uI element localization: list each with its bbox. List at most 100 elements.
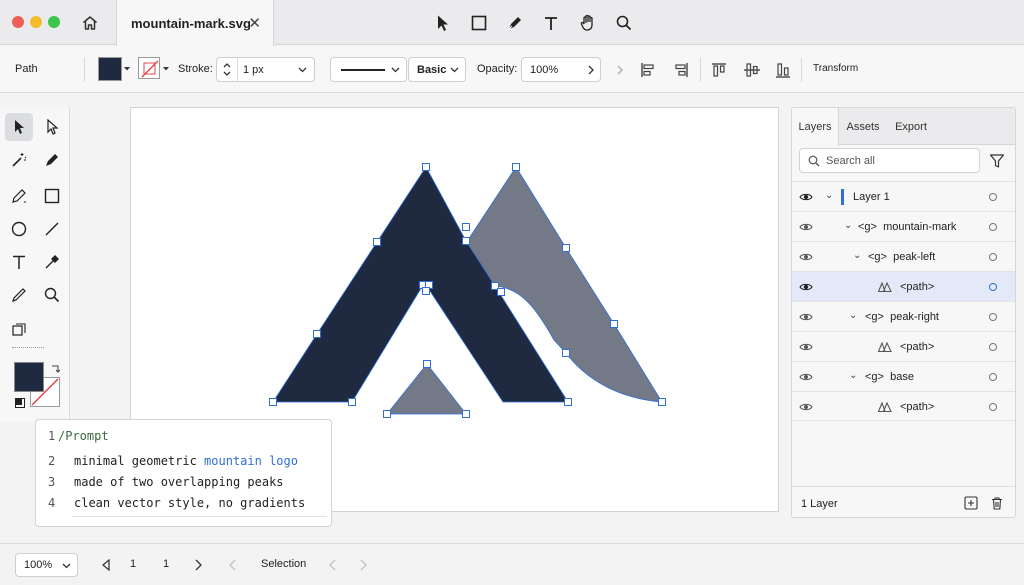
eye-icon[interactable]: [799, 190, 813, 204]
chevron-down-icon: [450, 67, 459, 73]
stepper-icon[interactable]: [222, 61, 232, 78]
anchor-point: [564, 398, 572, 406]
target-circle-icon[interactable]: [989, 193, 997, 201]
eye-icon[interactable]: [799, 340, 813, 354]
home-icon[interactable]: [75, 10, 105, 36]
document-tab[interactable]: mountain-mark.svg ✕: [116, 0, 274, 46]
layer-row-path-selected[interactable]: <path>: [792, 271, 1015, 301]
undo-icon[interactable]: [229, 559, 237, 571]
text-icon[interactable]: [538, 10, 564, 36]
chevron-down-icon[interactable]: [162, 66, 170, 72]
prompt-text: minimal geometric mountain logo: [74, 454, 298, 468]
window-close-button[interactable]: [12, 16, 24, 28]
eye-icon[interactable]: [799, 280, 813, 294]
target-circle-icon[interactable]: [989, 403, 997, 411]
page-current[interactable]: 1: [130, 558, 136, 570]
chevron-down-icon[interactable]: [123, 66, 131, 72]
anchor-point: [422, 287, 430, 295]
line-profile-select[interactable]: Basic: [408, 57, 466, 82]
transform-tool-icon[interactable]: [5, 316, 33, 344]
target-circle-icon[interactable]: [989, 313, 997, 321]
eye-icon[interactable]: [799, 370, 813, 384]
line-style-field[interactable]: [330, 57, 407, 82]
align-top-icon[interactable]: [708, 59, 730, 81]
window-minimize-button[interactable]: [30, 16, 42, 28]
ellipse-tool-icon[interactable]: [5, 215, 33, 243]
chevron-down-icon[interactable]: ⌄: [849, 310, 857, 321]
rectangle-icon[interactable]: [466, 10, 492, 36]
fill-color-swatch[interactable]: [98, 57, 122, 81]
brush-tool-icon[interactable]: [5, 281, 33, 309]
tab-layers[interactable]: Layers: [792, 108, 839, 146]
target-circle-icon[interactable]: [989, 283, 997, 291]
fill-color-well[interactable]: [14, 362, 44, 392]
swap-colors-icon[interactable]: [50, 364, 60, 374]
chevron-down-icon[interactable]: ⌄: [853, 250, 861, 261]
layer-label: <g> peak-right: [865, 311, 939, 323]
target-circle-icon[interactable]: [989, 223, 997, 231]
search-placeholder: Search all: [826, 154, 875, 167]
base-shape[interactable]: [386, 363, 467, 415]
layer-row-path[interactable]: <path>: [792, 391, 1015, 421]
window-zoom-button[interactable]: [48, 16, 60, 28]
transform-button[interactable]: Transform: [813, 63, 858, 74]
next-page-icon[interactable]: [194, 559, 202, 571]
layer-row-mountain-mark[interactable]: ⌄ <g> mountain-mark: [792, 211, 1015, 241]
select-tool-icon[interactable]: [5, 113, 33, 141]
target-circle-icon[interactable]: [989, 343, 997, 351]
opacity-field[interactable]: 100%: [521, 57, 601, 82]
magic-wand-tool-icon[interactable]: [5, 146, 33, 174]
eye-icon[interactable]: [799, 220, 813, 234]
align-bottom-icon[interactable]: [772, 59, 794, 81]
rectangle-tool-icon[interactable]: [38, 182, 66, 210]
chevron-down-icon[interactable]: ⌄: [849, 370, 857, 381]
layer-row-base[interactable]: ⌄ <g> base: [792, 361, 1015, 391]
target-circle-icon[interactable]: [989, 253, 997, 261]
next-icon[interactable]: [359, 559, 367, 571]
eyedropper-tool-icon[interactable]: [38, 248, 66, 276]
anchor-point: [313, 330, 321, 338]
stroke-width-field[interactable]: 1 px: [216, 57, 315, 82]
tab-export[interactable]: Export: [887, 108, 935, 145]
target-circle-icon[interactable]: [989, 373, 997, 381]
anchor-point: [462, 410, 470, 418]
first-page-icon[interactable]: [101, 559, 111, 571]
line-tool-icon[interactable]: [38, 215, 66, 243]
search-input[interactable]: Search all: [799, 148, 980, 173]
chevron-right-icon[interactable]: [617, 65, 623, 75]
text-tool-icon[interactable]: [5, 248, 33, 276]
hand-icon[interactable]: [575, 10, 601, 36]
align-right-icon[interactable]: [670, 59, 692, 81]
mountain-path-icon: [878, 402, 892, 412]
zoom-tool-icon[interactable]: [38, 281, 66, 309]
layer-row-peak-left[interactable]: ⌄ <g> peak-left: [792, 241, 1015, 271]
default-colors-icon[interactable]: [15, 398, 25, 408]
prompt-panel[interactable]: 1 /Prompt 2 minimal geometric mountain l…: [35, 419, 332, 527]
tab-assets[interactable]: Assets: [839, 108, 887, 145]
direct-select-tool-icon[interactable]: [38, 113, 66, 141]
trash-icon[interactable]: [990, 496, 1004, 510]
chevron-down-icon[interactable]: ⌄: [844, 220, 852, 231]
pencil-tool-icon[interactable]: [5, 182, 33, 210]
chevron-down-icon[interactable]: ⌄: [825, 190, 833, 201]
close-tab-icon[interactable]: ✕: [248, 14, 261, 32]
add-layer-icon[interactable]: [964, 496, 978, 510]
filter-icon[interactable]: [989, 153, 1005, 169]
select-arrow-icon[interactable]: [430, 10, 456, 36]
zoom-icon[interactable]: [611, 10, 637, 36]
stroke-none-swatch[interactable]: [138, 57, 160, 79]
previous-icon[interactable]: [329, 559, 337, 571]
eye-icon[interactable]: [799, 400, 813, 414]
eye-icon[interactable]: [799, 310, 813, 324]
align-vertical-center-icon[interactable]: [741, 59, 763, 81]
chevron-right-icon[interactable]: [588, 65, 594, 75]
layer-row-layer-1[interactable]: ⌄ Layer 1: [792, 181, 1015, 211]
prompt-line: 4 clean vector style, no gradients: [36, 496, 331, 514]
layer-row-peak-right[interactable]: ⌄ <g> peak-right: [792, 301, 1015, 331]
zoom-select[interactable]: 100%: [15, 553, 78, 577]
pen-tool-icon[interactable]: [38, 146, 66, 174]
align-left-icon[interactable]: [637, 59, 659, 81]
pen-icon[interactable]: [502, 10, 528, 36]
eye-icon[interactable]: [799, 250, 813, 264]
layer-row-path[interactable]: <path>: [792, 331, 1015, 361]
